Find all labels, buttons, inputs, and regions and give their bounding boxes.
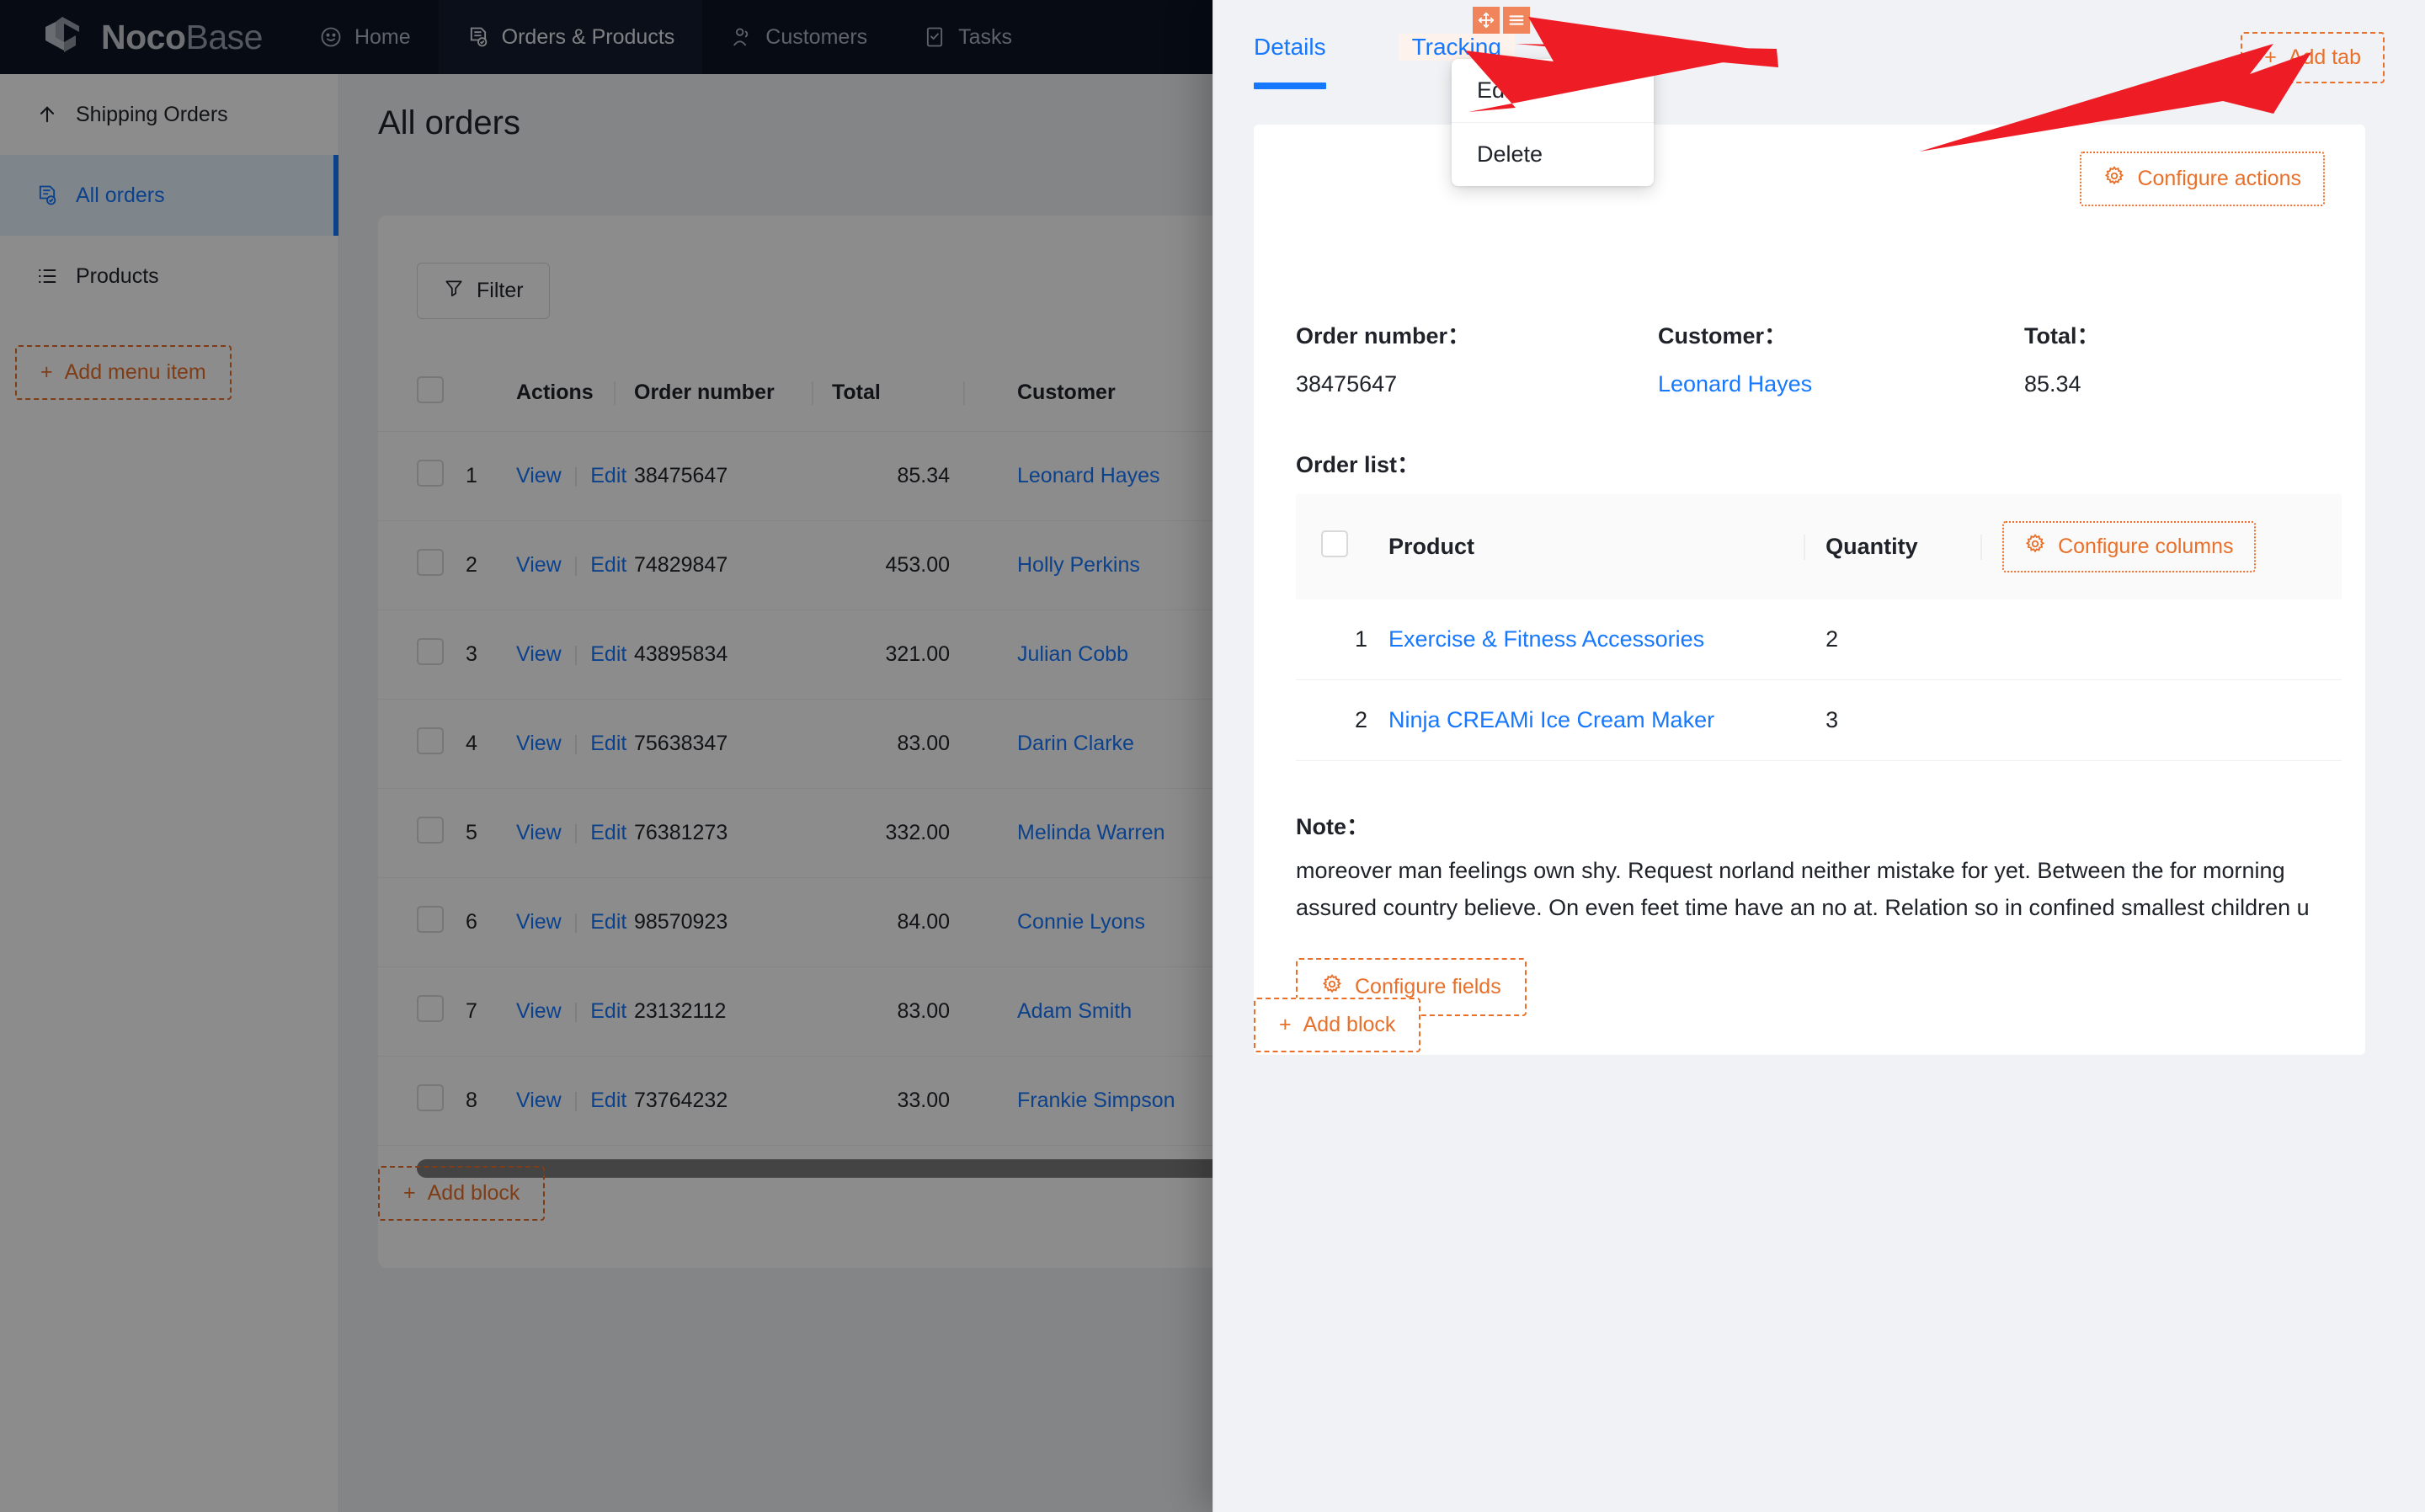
field-customer: Customer： Leonard Hayes — [1658, 317, 2024, 397]
order-list-row-quantity: 3 — [1825, 680, 2002, 761]
order-list-row-index: 2 — [1355, 680, 1388, 761]
add-tab-label: Add tab — [2289, 45, 2361, 70]
product-link[interactable]: Ninja CREAMi Ice Cream Maker — [1388, 707, 1714, 732]
field-total: Total： 85.34 — [2024, 317, 2100, 397]
configure-actions-button[interactable]: Configure actions — [2080, 152, 2325, 206]
gear-icon — [2024, 533, 2046, 561]
configure-actions-label: Configure actions — [2137, 167, 2301, 191]
tab-tracking[interactable]: Tracking — [1399, 34, 1515, 61]
order-list-index-header — [1355, 494, 1388, 599]
detail-fields-row: Order number： 38475647 Customer： Leonard… — [1254, 206, 2365, 397]
drag-move-icon[interactable] — [1473, 7, 1500, 34]
add-tab-button[interactable]: + Add tab — [2241, 32, 2385, 83]
order-list-row-spacer — [2002, 599, 2342, 680]
note-label: Note： — [1254, 761, 2365, 853]
order-list-row-index: 1 — [1355, 599, 1388, 680]
configure-columns-label: Configure columns — [2058, 535, 2233, 559]
order-list-select-all-header — [1296, 494, 1355, 599]
hamburger-menu-icon[interactable] — [1503, 7, 1530, 34]
order-list-row: 1Exercise & Fitness Accessories 2 — [1296, 599, 2342, 680]
order-list-row-checkbox-cell — [1296, 680, 1355, 761]
order-list-quantity-header: Quantity — [1825, 494, 2002, 599]
order-list-configure-header: Configure columns — [2002, 494, 2342, 599]
field-order-number: Order number： 38475647 — [1296, 317, 1658, 397]
gear-icon — [2103, 165, 2125, 193]
order-list-body: 1Exercise & Fitness Accessories22Ninja C… — [1296, 599, 2342, 761]
context-menu-item-edit[interactable]: Edit — [1452, 59, 1654, 122]
product-link[interactable]: Exercise & Fitness Accessories — [1388, 626, 1704, 652]
drawer-tab-bar: Details Tracking — [1213, 0, 2425, 109]
tab-context-menu: Edit Delete — [1452, 59, 1654, 186]
field-customer-label: Customer： — [1658, 317, 2024, 350]
field-total-label: Total： — [2024, 317, 2100, 350]
configure-columns-button[interactable]: Configure columns — [2002, 521, 2255, 572]
field-order-number-value: 38475647 — [1296, 371, 1658, 397]
tab-details-label: Details — [1254, 34, 1326, 60]
add-block-button-drawer[interactable]: + Add block — [1254, 998, 1420, 1052]
details-block-card: Configure actions Order number： 38475647… — [1254, 125, 2365, 1055]
record-detail-drawer: Details Tracking — [1212, 0, 2425, 1512]
order-list-row-product: Ninja CREAMi Ice Cream Maker — [1388, 680, 1825, 761]
context-menu-item-delete[interactable]: Delete — [1452, 122, 1654, 186]
order-list-row-spacer — [2002, 680, 2342, 761]
plus-icon: + — [2264, 45, 2277, 70]
order-list-row: 2Ninja CREAMi Ice Cream Maker 3 — [1296, 680, 2342, 761]
order-list-row-checkbox-cell — [1296, 599, 1355, 680]
order-list-head: Product Quantity Configure columns — [1296, 494, 2342, 599]
drawer-tabs: Details Tracking — [1254, 0, 1557, 61]
order-list-header-row: Product Quantity Configure columns — [1296, 494, 2342, 599]
order-list-product-header: Product — [1388, 494, 1825, 599]
note-text: moreover man feelings own shy. Request n… — [1254, 853, 2365, 926]
order-list-label: Order list： — [1254, 397, 2365, 494]
tab-tracking-label: Tracking — [1412, 34, 1501, 60]
tab-details[interactable]: Details — [1254, 34, 1343, 61]
tab-designer-badges — [1473, 7, 1530, 34]
order-list-row-product: Exercise & Fitness Accessories — [1388, 599, 1825, 680]
configure-fields-label: Configure fields — [1355, 975, 1501, 999]
field-order-number-label: Order number： — [1296, 317, 1658, 350]
order-list-row-quantity: 2 — [1825, 599, 2002, 680]
field-total-value: 85.34 — [2024, 371, 2100, 397]
order-list-select-all-checkbox[interactable] — [1321, 530, 1348, 557]
order-list-table: Product Quantity Configure columns — [1296, 494, 2342, 761]
field-customer-value[interactable]: Leonard Hayes — [1658, 371, 2024, 397]
add-block-label-drawer: Add block — [1303, 1013, 1396, 1037]
plus-icon: + — [1279, 1013, 1292, 1037]
